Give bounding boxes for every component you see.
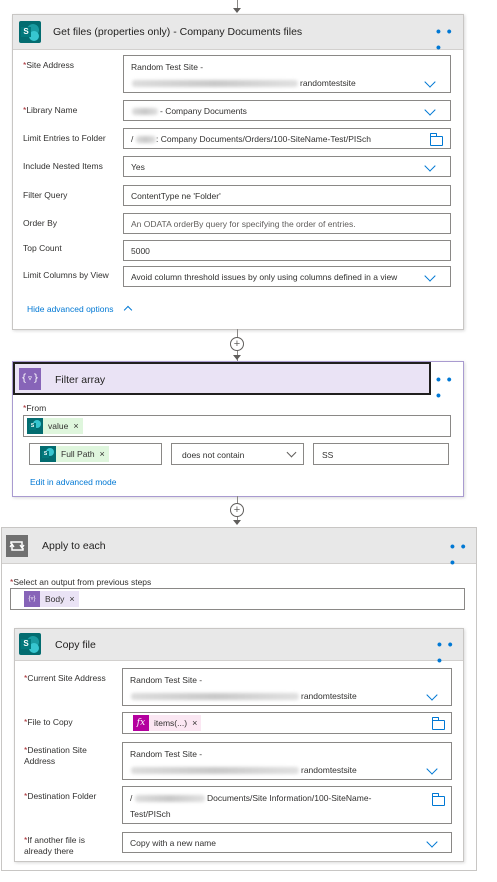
file-to-copy-label: *File to Copy xyxy=(24,717,73,727)
folder-icon[interactable] xyxy=(432,793,445,806)
select-output-label: *Select an output from previous steps xyxy=(10,577,152,587)
edit-advanced-link[interactable]: Edit in advanced mode xyxy=(30,477,116,487)
file-to-copy-field[interactable]: fx items(...) × xyxy=(122,712,452,734)
sharepoint-icon: S xyxy=(19,21,41,43)
select-output-field[interactable]: {▿} Body × xyxy=(10,588,465,610)
chevron-down-icon[interactable] xyxy=(424,160,436,172)
limit-folder-label: Limit Entries to Folder xyxy=(23,133,106,143)
connector-arrow-top xyxy=(233,8,241,13)
value-token[interactable]: S value × xyxy=(27,418,83,434)
chevron-down-icon[interactable] xyxy=(426,689,438,701)
filter-query-field[interactable]: ContentType ne 'Folder' xyxy=(123,185,451,206)
nested-field[interactable]: Yes xyxy=(123,156,451,177)
add-step-icon[interactable]: + xyxy=(230,503,244,517)
chevron-down-icon[interactable] xyxy=(426,836,438,848)
connector-arrow xyxy=(233,355,241,360)
get-files-title: Get files (properties only) - Company Do… xyxy=(53,26,303,38)
apply-to-each-title: Apply to each xyxy=(42,540,106,552)
if-exists-label: *If another file is already there xyxy=(24,835,85,856)
more-options-icon[interactable]: • • • xyxy=(450,538,476,570)
if-exists-select[interactable]: Copy with a new name xyxy=(122,832,452,853)
from-field[interactable]: S value × xyxy=(23,415,451,437)
filter-array-header[interactable]: {▿} Filter array xyxy=(13,362,431,395)
connector-top xyxy=(237,0,238,8)
filter-array-card: {▿} Filter array • • • *From S value × S… xyxy=(12,361,464,497)
folder-icon[interactable] xyxy=(430,133,443,146)
dest-site-label: *Destination Site Address xyxy=(24,745,87,766)
folder-icon[interactable] xyxy=(432,717,445,730)
site-address-field[interactable]: Random Test Site - randomtestsite xyxy=(123,55,451,93)
condition-operator-select[interactable]: does not contain xyxy=(171,443,304,465)
filter-query-label: Filter Query xyxy=(23,190,68,200)
from-label: *From xyxy=(23,403,47,413)
condition-left-field[interactable]: S Full Path × xyxy=(29,443,162,465)
nested-label: Include Nested Items xyxy=(23,161,103,171)
more-options-icon[interactable]: • • • xyxy=(437,636,463,668)
expression-token[interactable]: fx items(...) × xyxy=(133,715,202,731)
top-count-label: Top Count xyxy=(23,243,62,253)
full-path-token[interactable]: S Full Path × xyxy=(40,446,109,462)
apply-to-each-card: Apply to each • • • *Select an output fr… xyxy=(1,527,477,871)
sharepoint-icon: S xyxy=(19,633,41,655)
condition-value-field[interactable]: SS xyxy=(313,443,449,465)
chevron-down-icon[interactable] xyxy=(426,763,438,775)
loop-icon xyxy=(6,535,28,557)
chevron-down-icon[interactable] xyxy=(424,76,436,88)
copy-file-header[interactable]: S Copy file • • • xyxy=(15,629,463,668)
chevron-down-icon[interactable] xyxy=(286,447,297,458)
body-token[interactable]: {▿} Body × xyxy=(24,591,79,607)
get-files-card: S Get files (properties only) - Company … xyxy=(12,14,464,330)
filter-array-title: Filter array xyxy=(55,374,106,386)
add-step-icon[interactable]: + xyxy=(230,337,244,351)
current-site-label: *Current Site Address xyxy=(24,673,106,683)
remove-token-icon[interactable]: × xyxy=(100,449,109,459)
remove-token-icon[interactable]: × xyxy=(73,421,82,431)
remove-token-icon[interactable]: × xyxy=(69,594,78,604)
library-name-label: *Library Name xyxy=(23,105,78,115)
current-site-field[interactable]: Random Test Site - randomtestsite xyxy=(122,668,452,706)
limit-columns-label: Limit Columns by View xyxy=(23,270,109,280)
apply-to-each-header[interactable]: Apply to each • • • xyxy=(2,528,476,570)
dest-site-field[interactable]: Random Test Site - randomtestsite xyxy=(122,742,452,780)
order-by-field[interactable]: An ODATA orderBy query for specifying th… xyxy=(123,213,451,234)
chevron-down-icon[interactable] xyxy=(424,270,436,282)
connector-arrow xyxy=(233,520,241,525)
chevron-down-icon[interactable] xyxy=(424,104,436,116)
dest-folder-label: *Destination Folder xyxy=(24,791,97,801)
copy-file-card: S Copy file • • • *Current Site Address … xyxy=(14,628,464,862)
top-count-field[interactable]: 5000 xyxy=(123,240,451,261)
limit-folder-field[interactable]: / : Company Documents/Orders/100-SiteNam… xyxy=(123,128,451,149)
more-options-icon[interactable]: • • • xyxy=(436,371,463,403)
copy-file-title: Copy file xyxy=(55,639,96,651)
chevron-up-icon[interactable] xyxy=(123,305,133,315)
dest-folder-field[interactable]: / Documents/Site Information/100-SiteNam… xyxy=(122,786,452,824)
get-files-header[interactable]: S Get files (properties only) - Company … xyxy=(13,15,463,55)
filter-array-icon: {▿} xyxy=(19,368,41,390)
site-address-label: *Site Address xyxy=(23,60,75,70)
library-name-field[interactable]: - Company Documents xyxy=(123,100,451,121)
more-options-icon[interactable]: • • • xyxy=(436,23,463,55)
order-by-label: Order By xyxy=(23,218,58,228)
hide-advanced-link[interactable]: Hide advanced options xyxy=(27,304,113,314)
remove-token-icon[interactable]: × xyxy=(192,718,201,728)
limit-columns-field[interactable]: Avoid column threshold issues by only us… xyxy=(123,266,451,287)
